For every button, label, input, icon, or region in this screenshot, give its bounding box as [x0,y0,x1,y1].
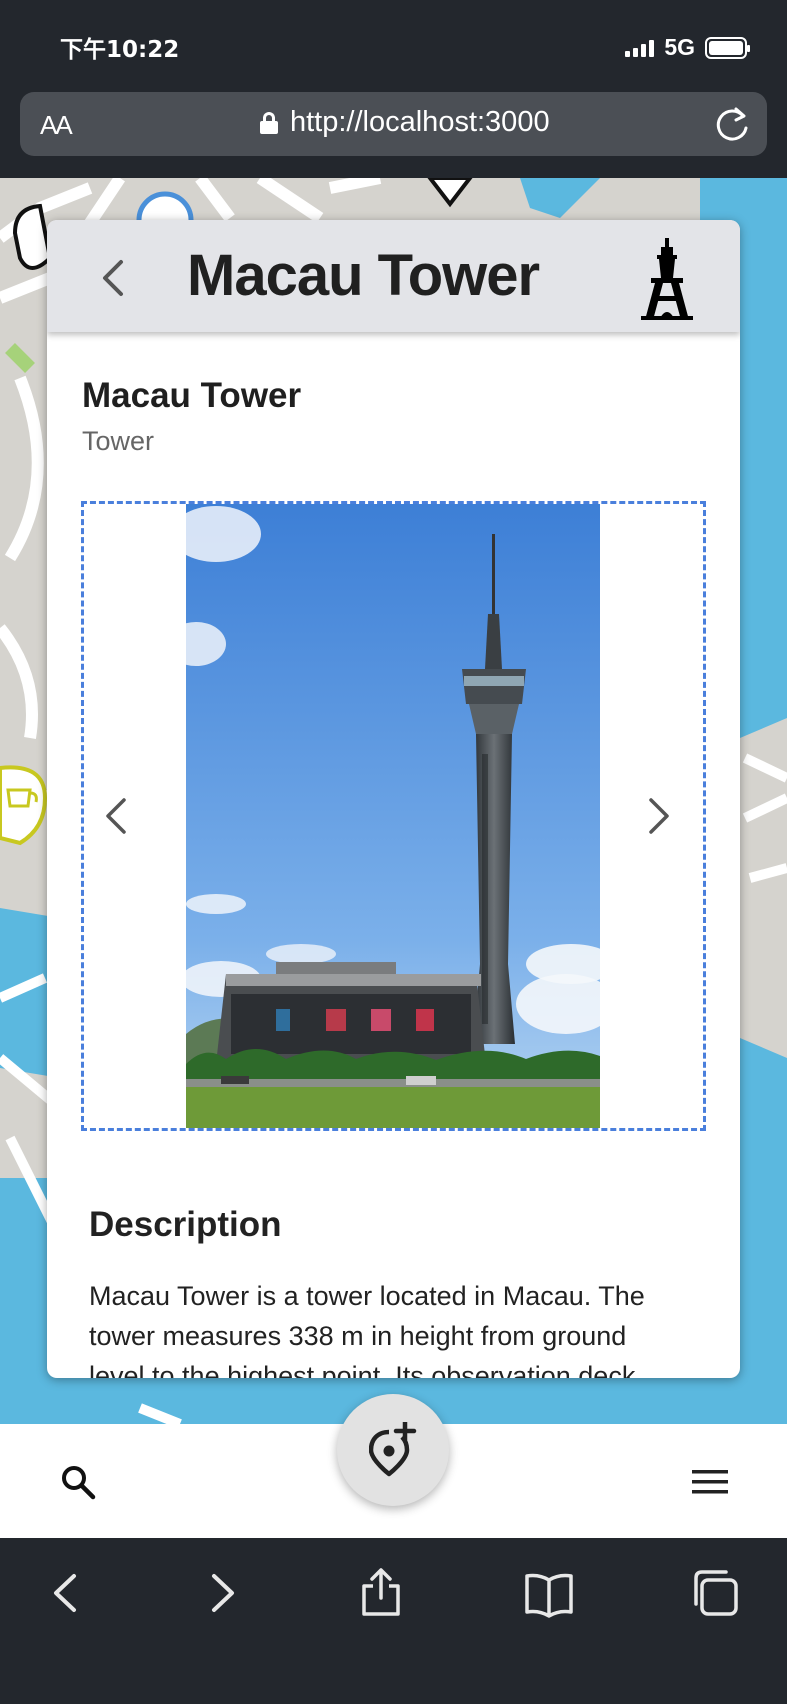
share-icon[interactable] [356,1568,406,1618]
status-time: 下午10:22 [60,37,180,63]
browser-forward-icon[interactable] [196,1568,246,1618]
text-size-button[interactable]: AA [40,110,73,141]
place-detail-card: Macau Tower Macau Tower Tower Descriptio… [47,220,740,1378]
hamburger-menu-icon[interactable] [692,1468,728,1496]
header-title: Macau Tower [187,243,540,308]
gallery-prev-button[interactable] [104,797,128,835]
battery-icon [705,36,750,59]
lock-icon [260,111,278,134]
tower-icon [641,238,693,320]
place-photo [186,504,600,1128]
browser-back-icon[interactable] [42,1568,92,1618]
url-text: http://localhost:3000 [290,106,550,138]
add-location-button[interactable] [337,1394,449,1506]
description-heading: Description [89,1205,282,1244]
status-indicators: 5G [625,34,750,61]
place-type: Tower [82,426,155,456]
search-icon[interactable] [60,1464,96,1500]
back-button[interactable] [99,258,127,298]
reload-icon[interactable] [713,104,753,144]
network-type: 5G [664,34,695,60]
url-display[interactable]: http://localhost:3000 [260,106,550,139]
signal-icon [625,39,655,57]
add-location-icon [369,1422,417,1477]
gallery-next-button[interactable] [647,797,671,835]
browser-toolbar [0,1538,787,1704]
tabs-icon[interactable] [690,1568,740,1618]
card-header: Macau Tower [47,220,740,332]
bookmarks-icon[interactable] [524,1568,574,1618]
address-bar[interactable]: AA http://localhost:3000 [20,92,767,156]
status-bar: 下午10:22 5G [0,0,787,88]
photo-gallery[interactable] [81,501,706,1131]
description-text: Macau Tower is a tower located in Macau.… [89,1281,645,1378]
place-name: Macau Tower [82,376,302,415]
